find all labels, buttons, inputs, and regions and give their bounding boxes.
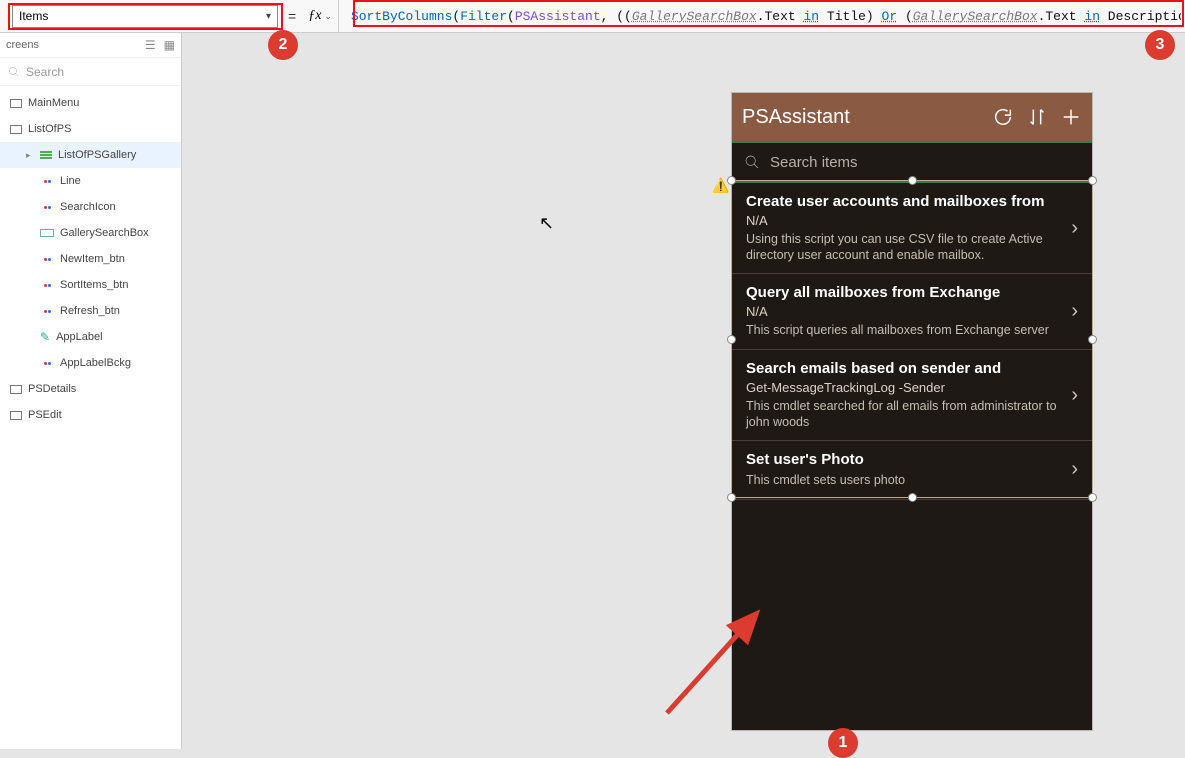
gallery-item-body: Query all mailboxes from Exchange N/A This… xyxy=(746,284,1061,339)
tree-item-label: NewItem_btn xyxy=(60,253,125,265)
gallery-item[interactable]: Create user accounts and mailboxes from N… xyxy=(732,183,1092,274)
gallery-item-desc: This cmdlet sets users photo xyxy=(746,473,1061,489)
gallery-item-body: Create user accounts and mailboxes from N… xyxy=(746,193,1061,263)
tree-item-searchicon[interactable]: SearchIcon xyxy=(0,194,181,220)
tree-item-psedit[interactable]: PSEdit xyxy=(0,402,181,428)
panel-header-label: creens xyxy=(6,39,39,51)
screen-icon xyxy=(10,411,22,420)
refresh-icon[interactable] xyxy=(992,106,1014,128)
tree-item-label: PSDetails xyxy=(28,383,76,395)
sort-icon[interactable] xyxy=(1026,106,1048,128)
gallery-item-desc: This script queries all mailboxes from E… xyxy=(746,323,1061,339)
screens-panel: creens ☰ ▦ Search MainMenu ListOfPS ▸ ListO… xyxy=(0,33,182,749)
control-icon xyxy=(40,305,54,317)
canvas[interactable]: ↖ PSAssistant Search items Create user a… xyxy=(182,33,1185,749)
chevron-right-icon: › xyxy=(1071,300,1078,323)
gallery-item-desc: This cmdlet searched for all emails from… xyxy=(746,399,1061,430)
tree-item-listofps[interactable]: ListOfPS xyxy=(0,116,181,142)
tree-item-label: ListOfPS xyxy=(28,123,71,135)
control-icon xyxy=(40,175,54,187)
search-icon xyxy=(744,154,760,170)
tree-item-label: Line xyxy=(60,175,81,187)
tree-item-label: PSEdit xyxy=(28,409,62,421)
warning-icon: ⚠️ xyxy=(712,177,729,194)
gallery-item-body: Set user's Photo This cmdlet sets users p… xyxy=(746,451,1061,489)
tree-item-label: AppLabel xyxy=(56,331,103,343)
gallery-item-subtitle: N/A xyxy=(746,304,1061,319)
gallery-item-body: Search emails based on sender and Get-Mes… xyxy=(746,360,1061,430)
control-icon xyxy=(40,279,54,291)
screen-icon xyxy=(10,125,22,134)
treeview-toggle-icon[interactable]: ☰ xyxy=(145,38,156,52)
fx-icon: ƒx xyxy=(308,8,321,24)
treeview-grid-icon[interactable]: ▦ xyxy=(164,38,175,52)
fx-dropdown[interactable]: ƒx ⌄ xyxy=(306,0,339,33)
gallery-search-placeholder: Search items xyxy=(770,154,858,171)
tree-item-psdetails[interactable]: PSDetails xyxy=(0,376,181,402)
tree-item-applabel[interactable]: ✎ AppLabel xyxy=(0,324,181,350)
property-dropdown[interactable]: Items ▾ xyxy=(12,5,278,28)
control-icon xyxy=(40,201,54,213)
chevron-right-icon: › xyxy=(1071,384,1078,407)
control-icon xyxy=(40,253,54,265)
tree-search[interactable]: Search xyxy=(0,58,181,86)
tree-item-line[interactable]: Line xyxy=(0,168,181,194)
add-icon[interactable] xyxy=(1060,106,1082,128)
gallery-item-subtitle: N/A xyxy=(746,213,1061,228)
gallery-item[interactable]: Search emails based on sender and Get-Mes… xyxy=(732,350,1092,441)
chevron-down-icon: ⌄ xyxy=(324,11,332,22)
tree-item-sortitems_btn[interactable]: SortItems_btn xyxy=(0,272,181,298)
gallery-search-box[interactable]: Search items xyxy=(732,141,1092,183)
cursor-icon: ↖ xyxy=(539,213,554,234)
tree-search-placeholder: Search xyxy=(26,65,64,79)
gallery-item-subtitle: Get-MessageTrackingLog -Sender xyxy=(746,380,1061,395)
gallery[interactable]: Create user accounts and mailboxes from N… xyxy=(732,183,1092,500)
gallery-item-title: Set user's Photo xyxy=(746,451,1061,469)
tree-item-newitem_btn[interactable]: NewItem_btn xyxy=(0,246,181,272)
chevron-right-icon: › xyxy=(1071,458,1078,481)
chevron-right-icon: › xyxy=(1071,217,1078,240)
property-value: Items xyxy=(19,9,48,23)
tree-item-refresh_btn[interactable]: Refresh_btn xyxy=(0,298,181,324)
chevron-down-icon: ▾ xyxy=(266,11,271,22)
gallery-item[interactable]: Query all mailboxes from Exchange N/A This… xyxy=(732,274,1092,350)
gallery-item-desc: Using this script you can use CSV file t… xyxy=(746,232,1061,263)
tree-item-label: Refresh_btn xyxy=(60,305,120,317)
equals-label: = xyxy=(284,8,300,24)
screen-icon xyxy=(10,99,22,108)
screen-icon xyxy=(10,385,22,394)
gallery-item[interactable]: Set user's Photo This cmdlet sets users p… xyxy=(732,441,1092,500)
gallery-item-title: Search emails based on sender and xyxy=(746,360,1061,378)
formula-bar: Items ▾ = ƒx ⌄ SortByColumns(Filter(PSAs… xyxy=(0,0,1185,33)
gallery-item-title: Query all mailboxes from Exchange xyxy=(746,284,1061,302)
tree-item-listofpsgallery[interactable]: ▸ ListOfPSGallery xyxy=(0,142,181,168)
panel-header: creens ☰ ▦ xyxy=(0,33,181,58)
tree-item-label: SearchIcon xyxy=(60,201,116,213)
tree-item-label: MainMenu xyxy=(28,97,79,109)
tree-item-label: ListOfPSGallery xyxy=(58,149,136,161)
phone-preview: PSAssistant Search items Create user acc… xyxy=(732,93,1092,730)
tree-item-label: AppLabelBckg xyxy=(60,357,131,369)
phone-header: PSAssistant xyxy=(732,93,1092,141)
app-title: PSAssistant xyxy=(742,106,980,129)
search-icon xyxy=(8,66,20,78)
tree-item-label: GallerySearchBox xyxy=(60,227,149,239)
tree-item-applabelbckg[interactable]: AppLabelBckg xyxy=(0,350,181,376)
tree-item-mainmenu[interactable]: MainMenu xyxy=(0,90,181,116)
annotation-circle-1: 1 xyxy=(828,728,858,758)
gallery-icon xyxy=(40,151,52,159)
tree-item-label: SortItems_btn xyxy=(60,279,128,291)
control-icon xyxy=(40,357,54,369)
tree: MainMenu ListOfPS ▸ ListOfPSGallery Line Sear… xyxy=(0,86,181,432)
formula-input[interactable]: SortByColumns(Filter(PSAssistant, ((Gall… xyxy=(345,9,1181,24)
chevron-right-icon: ▸ xyxy=(26,150,34,161)
gallery-item-title: Create user accounts and mailboxes from xyxy=(746,193,1061,211)
tree-item-gallerysearchbox[interactable]: GallerySearchBox xyxy=(0,220,181,246)
textbox-icon xyxy=(40,227,54,239)
label-icon: ✎ xyxy=(40,330,50,344)
